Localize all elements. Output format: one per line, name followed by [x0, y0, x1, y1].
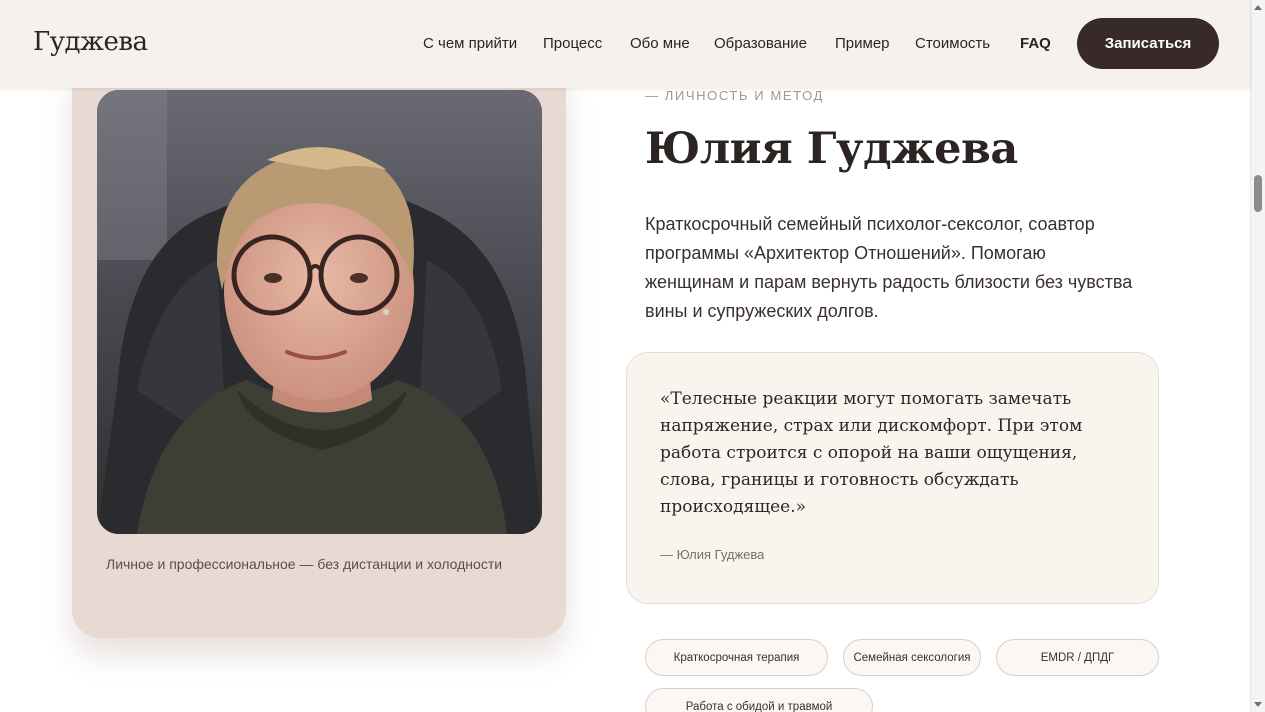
page-title: Юлия Гуджева — [645, 124, 1018, 174]
nav-item-faq[interactable]: FAQ — [1020, 35, 1051, 52]
section-eyebrow: — ЛИЧНОСТЬ И МЕТОД — [645, 88, 824, 103]
nav-item-price[interactable]: Стоимость — [915, 35, 990, 52]
portrait-photo — [97, 90, 542, 534]
scroll-up-icon[interactable] — [1254, 5, 1262, 10]
nav-item-process[interactable]: Процесс — [543, 35, 602, 52]
tag-emdr[interactable]: EMDR / ДПДГ — [996, 639, 1159, 676]
quote-card: «Телесные реакции могут помогать замечат… — [626, 352, 1159, 604]
nav-item-what-to-bring[interactable]: С чем прийти — [423, 35, 517, 52]
site-logo[interactable]: Гуджева — [33, 27, 148, 57]
nav-item-example[interactable]: Пример — [835, 35, 890, 52]
profile-description: Краткосрочный семейный психолог-сексолог… — [645, 214, 1133, 321]
quote-author: — Юлия Гуджева — [660, 547, 765, 562]
scrollbar-thumb[interactable] — [1254, 175, 1262, 212]
tag-short-term-therapy[interactable]: Краткосрочная терапия — [645, 639, 828, 676]
portrait-illustration — [97, 90, 542, 534]
photo-card: Личное и профессиональное — без дистанци… — [72, 60, 566, 638]
nav-item-education[interactable]: Образование — [714, 35, 807, 52]
quote-text: «Телесные реакции могут помогать замечат… — [660, 389, 1083, 517]
signup-button[interactable]: Записаться — [1077, 18, 1219, 69]
tag-trauma-work[interactable]: Работа с обидой и травмой — [645, 688, 873, 712]
scroll-down-icon[interactable] — [1254, 702, 1262, 707]
photo-caption: Личное и профессиональное — без дистанци… — [106, 556, 503, 572]
tag-family-sexology[interactable]: Семейная сексология — [843, 639, 981, 676]
site-header: Гуджева С чем прийти Процесс Обо мне Обр… — [0, 0, 1250, 88]
page-scrollbar[interactable] — [1250, 0, 1265, 712]
nav-item-about[interactable]: Обо мне — [630, 35, 690, 52]
